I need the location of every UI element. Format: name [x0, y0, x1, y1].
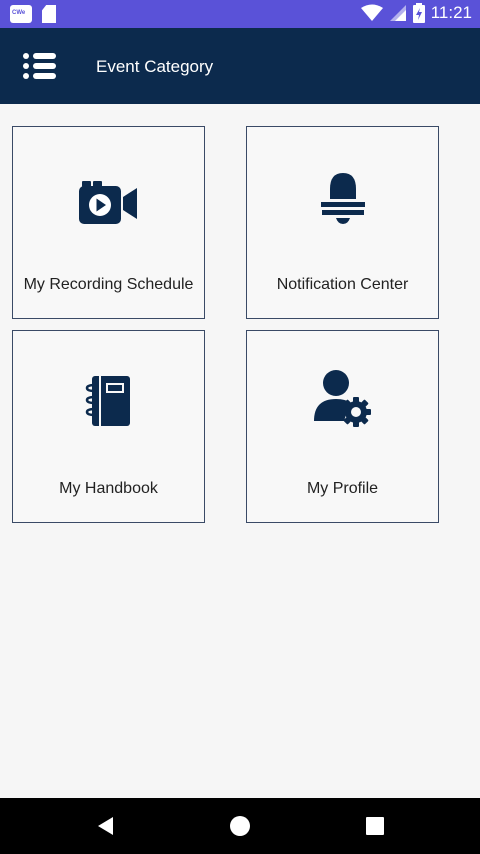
status-bar: CWe 11:21 [0, 0, 480, 28]
home-button[interactable] [225, 811, 255, 841]
tile-my-handbook[interactable]: My Handbook [12, 330, 205, 523]
sd-card-icon [42, 5, 56, 23]
back-button[interactable] [91, 811, 121, 841]
menu-list-icon [23, 53, 56, 79]
battery-icon [412, 3, 425, 23]
system-nav-bar [0, 798, 480, 854]
recents-icon [366, 817, 384, 835]
wifi-icon [360, 4, 383, 21]
user-settings-icon [313, 370, 371, 427]
tile-label: My Recording Schedule [23, 276, 194, 293]
home-icon [230, 816, 250, 836]
notebook-icon [85, 376, 130, 426]
video-camera-icon [78, 181, 137, 224]
app-notification-text: CWe [12, 10, 26, 16]
app-bar: Event Category [0, 28, 480, 104]
tile-notification-center[interactable]: Notification Center [246, 126, 439, 319]
status-time: 11:21 [430, 3, 472, 22]
tile-label: My Profile [306, 480, 379, 497]
tile-my-profile[interactable]: My Profile [246, 330, 439, 523]
menu-button[interactable] [18, 48, 60, 84]
back-icon [98, 817, 113, 835]
recents-button[interactable] [360, 811, 390, 841]
tile-my-recording-schedule[interactable]: My Recording Schedule [12, 126, 205, 319]
tile-label: My Handbook [59, 480, 158, 497]
page-title: Event Category [96, 57, 214, 76]
tile-label: Notification Center [276, 276, 409, 293]
app-notification-icon: CWe [10, 5, 32, 23]
bell-icon [320, 173, 365, 224]
cell-signal-icon [389, 5, 406, 21]
